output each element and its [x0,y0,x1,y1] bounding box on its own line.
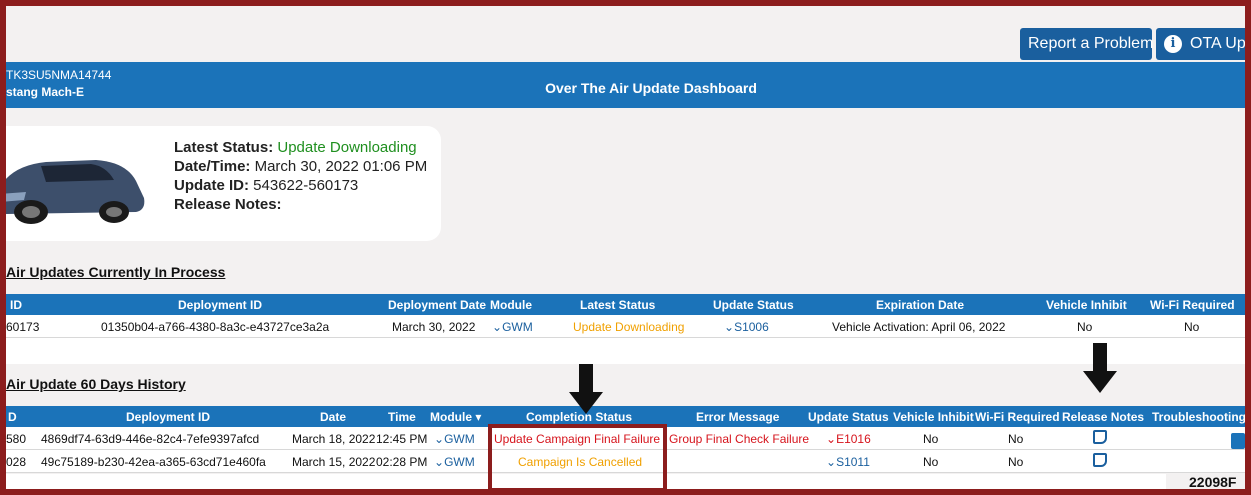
col-release-notes: Release Notes [1062,410,1145,424]
update-id-value: 543622-560173 [253,177,359,194]
cell-time: 02:28 PM [376,455,428,469]
table-spacer [6,338,1245,364]
cell-deployment-id: 01350b04-a766-4380-8a3c-e43727ce3a2a [101,320,330,334]
cell-module: GWM [502,320,533,334]
down-arrow-icon [569,364,603,414]
col-wifi-required: Wi-Fi Required [1150,298,1235,312]
cell-vehicle-inhibit: No [923,455,939,469]
release-notes-label: Release Notes: [174,196,282,213]
release-notes-icon[interactable] [1093,453,1107,467]
troubleshooting-icon[interactable] [1231,433,1245,449]
cell-update-status: E1016 [836,432,871,446]
col-vehicle-inhibit: Vehicle Inhibit [1046,298,1127,312]
update-id-label: Update ID: [174,177,249,194]
cell-deployment-date: March 30, 2022 [392,320,476,334]
col-troubleshooting: Troubleshooting R [1152,410,1245,424]
cell-wifi-required: No [1008,455,1024,469]
module-dropdown[interactable]: ⌄GWM [434,432,475,446]
col-deployment-id: Deployment ID [178,298,263,312]
cell-latest-status: Update Downloading [573,320,685,334]
cell-expiration: Vehicle Activation: April 06, 2022 [832,320,1006,334]
report-problem-button[interactable]: Report a Problem [1020,28,1153,60]
cell-date: March 15, 2022 [292,455,376,469]
cell-wifi-required: No [1184,320,1200,334]
cell-module: GWM [444,455,475,469]
datetime-value: March 30, 2022 01:06 PM [254,158,428,175]
col-wifi-required: Wi-Fi Required [975,410,1060,424]
dashboard-header: TK3SU5NMA14744 stang Mach-E Over The Air… [6,62,1245,108]
ota-button-label: OTA Upd [1190,35,1245,52]
in-process-title: Air Updates Currently In Process [6,264,226,280]
cell-time: 12:45 PM [376,432,428,446]
col-error-message: Error Message [696,410,780,424]
update-status-dropdown[interactable]: ⌄E1016 [826,432,871,446]
col-time: Time [388,410,416,424]
dashboard-page: Report a Problem i OTA Upd TK3SU5NMA1474… [6,6,1245,489]
col-id: D [8,410,17,424]
cell-vehicle-inhibit: No [923,432,939,446]
col-date: Date [320,410,347,424]
cell-update-status: S1006 [734,320,769,334]
col-module: Module [490,298,532,312]
cell-error-message: Group Final Check Failure [669,432,810,446]
status-card: Latest Status: Update Downloading Date/T… [6,126,441,241]
col-deployment-date: Deployment Date [388,298,487,312]
cell-update-status: S1011 [836,455,870,469]
cell-id: 580 [6,432,27,446]
cell-id: 60173 [6,320,40,334]
cell-deployment-id: 49c75189-b230-42ea-a365-63cd71e460fa [41,455,266,469]
status-details: Latest Status: Update Downloading Date/T… [174,138,427,214]
cell-id: 028 [6,455,27,469]
info-icon: i [1164,35,1182,53]
cell-module: GWM [444,432,475,446]
datetime-label: Date/Time: [174,158,251,175]
update-status-dropdown[interactable]: ⌄S1006 [724,320,769,334]
col-update-status: Update Status [808,410,889,424]
ota-update-button[interactable]: i OTA Upd [1156,28,1245,60]
history-title: Air Update 60 Days History [6,376,186,392]
module-dropdown[interactable]: ⌄GWM [492,320,533,334]
col-deployment-id: Deployment ID [126,410,211,424]
module-dropdown[interactable]: ⌄GWM [434,455,475,469]
table-row: 60173 01350b04-a766-4380-8a3c-e43727ce3a… [6,315,1245,338]
col-id: ID [10,298,22,312]
down-arrow-icon [1083,343,1117,393]
cell-wifi-required: No [1008,432,1024,446]
update-status-dropdown[interactable]: ⌄S1011 [826,455,870,469]
col-vehicle-inhibit: Vehicle Inhibit [893,410,974,424]
page-title: Over The Air Update Dashboard [545,80,757,96]
release-notes-icon[interactable] [1093,430,1107,444]
vehicle-image [6,160,145,224]
col-update-status: Update Status [713,298,794,312]
cell-date: March 18, 2022 [292,432,376,446]
cell-vehicle-inhibit: No [1077,320,1093,334]
in-process-header: ID Deployment ID Deployment Date Module … [6,294,1245,315]
highlight-box [488,424,667,489]
latest-status-label: Latest Status: [174,139,274,156]
col-expiration: Expiration Date [876,298,965,312]
col-module[interactable]: Module ▾ [430,410,481,424]
latest-status-value: Update Downloading [277,139,417,156]
figure-frame: Report a Problem i OTA Upd TK3SU5NMA1474… [0,0,1251,495]
cell-deployment-id: 4869df74-63d9-446e-82c4-7efe9397afcd [41,432,260,446]
col-latest-status: Latest Status [580,298,656,312]
figure-code: 22098F [1189,474,1237,489]
